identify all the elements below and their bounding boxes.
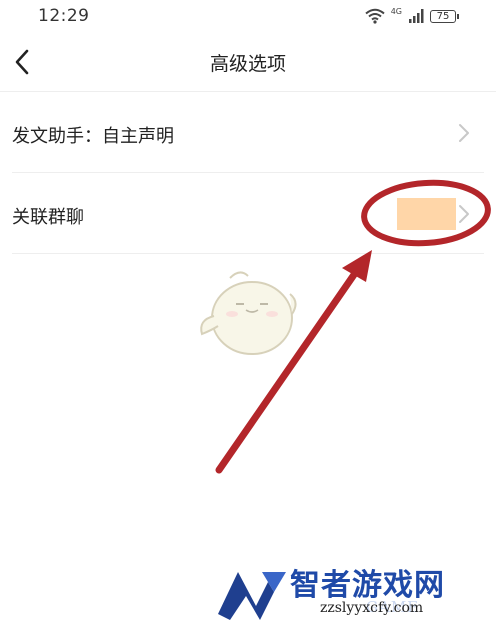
battery-icon: 75	[430, 9, 459, 23]
watermark-url: zzslyyxcfy.com	[320, 600, 424, 616]
chevron-right-icon	[459, 205, 469, 223]
chevron-right-icon	[459, 124, 469, 142]
list-item-label: 关联群聊	[12, 207, 84, 228]
status-bar: 12:29 4G 75	[0, 0, 496, 32]
status-icons: 4G 75	[365, 6, 459, 26]
nav-bar: 高级选项	[0, 32, 496, 92]
page-title: 高级选项	[209, 53, 286, 75]
signal-icon	[409, 9, 424, 23]
mascot-watermark-icon	[200, 271, 297, 355]
list-item-linked-group-chat[interactable]: 关联群聊	[12, 174, 484, 254]
battery-level: 75	[436, 10, 450, 22]
masked-value	[397, 198, 456, 230]
annotation-arrow-head	[342, 250, 372, 282]
site-watermark: 智者游戏网 GAME zzslyyxcfy.com	[216, 560, 496, 627]
list-item-label: 发文助手：自主声明	[12, 126, 174, 147]
list-item-publish-assistant[interactable]: 发文助手：自主声明	[12, 93, 484, 173]
watermark-logo-icon	[218, 572, 286, 620]
network-type: 4G	[390, 6, 402, 16]
wifi-icon	[365, 8, 385, 24]
status-time: 12:29	[38, 6, 90, 26]
